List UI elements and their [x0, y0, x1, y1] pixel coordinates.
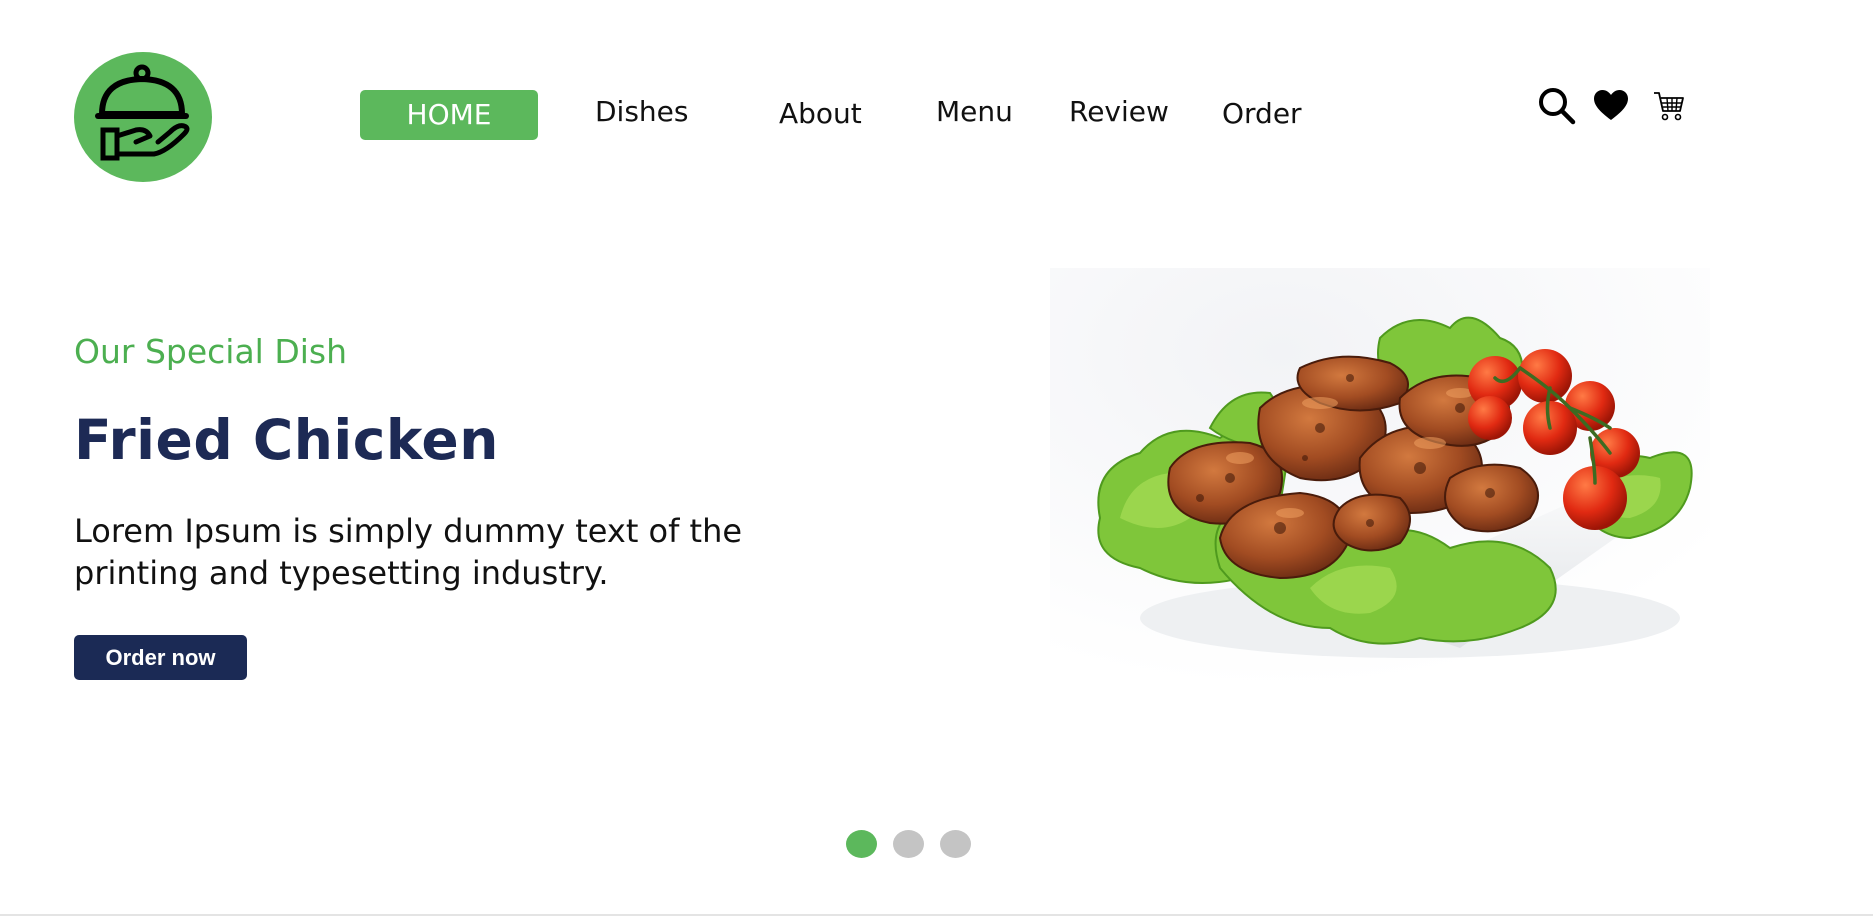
carousel-dot-2[interactable]: [893, 830, 924, 858]
nav-order[interactable]: Order: [1222, 89, 1302, 139]
search-icon[interactable]: [1538, 87, 1576, 130]
nav-review[interactable]: Review: [1069, 87, 1169, 137]
carousel-dot-1[interactable]: [846, 830, 877, 858]
hero-eyebrow: Our Special Dish: [74, 332, 348, 371]
nav-home[interactable]: HOME: [360, 90, 538, 140]
landing-page: HOME Dishes About Menu Review Order Our …: [0, 0, 1873, 916]
nav-menu[interactable]: Menu: [936, 87, 1013, 137]
nav-dishes[interactable]: Dishes: [595, 87, 689, 137]
fried-chicken-image: [1050, 268, 1710, 688]
hero-title: Fried Chicken: [74, 408, 499, 472]
logo[interactable]: [74, 52, 212, 182]
heart-icon[interactable]: [1593, 89, 1629, 126]
hero-description: Lorem Ipsum is simply dummy text of the …: [74, 512, 743, 592]
cloche-on-hand-icon: [95, 64, 190, 161]
order-now-button[interactable]: Order now: [74, 635, 247, 680]
cart-icon[interactable]: [1653, 90, 1685, 127]
nav-about[interactable]: About: [779, 89, 862, 139]
carousel-dot-3[interactable]: [940, 830, 971, 858]
